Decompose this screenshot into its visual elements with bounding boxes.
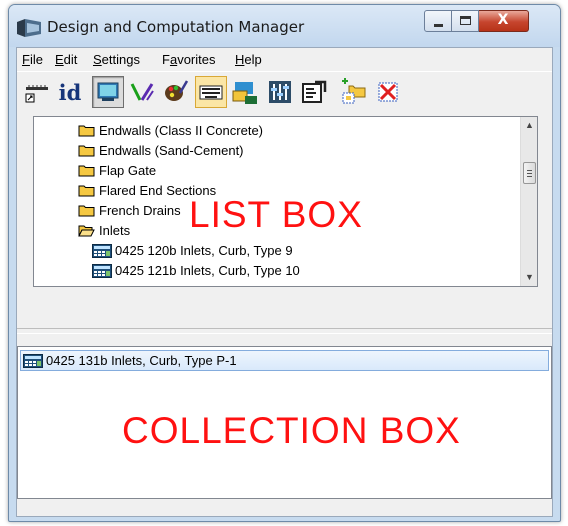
list-item[interactable]: 0425 121b Inlets, Curb, Type 10 (92, 260, 300, 281)
folder-icon (78, 185, 95, 197)
pane-splitter[interactable] (17, 328, 552, 334)
list-item[interactable]: 0425 120b Inlets, Curb, Type 9 (92, 240, 293, 261)
list-item[interactable]: Endwalls (Class II Concrete) (78, 120, 263, 141)
ruler-icon (25, 85, 48, 103)
list-item-label: French Drains (99, 203, 181, 218)
collection-box[interactable]: 0425 131b Inlets, Curb, Type P-1 (17, 346, 552, 499)
menu-favorites[interactable]: Favorites (162, 52, 215, 67)
list-item[interactable]: Flared End Sections (78, 180, 216, 201)
toolbar: id (17, 71, 552, 115)
maximize-button[interactable] (452, 10, 479, 32)
keyboard-icon (199, 85, 223, 100)
delete-tool-button[interactable] (372, 76, 404, 108)
properties-icon (302, 80, 327, 103)
monitor-icon (97, 82, 119, 101)
menu-favorites-label: vorites (177, 52, 216, 67)
menu-settings-label: ettings (101, 52, 140, 67)
maximize-icon (460, 16, 471, 25)
minimize-button[interactable] (424, 10, 452, 32)
minimize-icon (434, 24, 443, 27)
list-item-label: Inlets (99, 223, 131, 238)
list-item[interactable]: Inlets (78, 220, 130, 241)
folder-icon (78, 165, 95, 177)
calculator-icon (23, 353, 43, 368)
menu-help-label: elp (244, 52, 262, 67)
list-box[interactable]: Endwalls (Class II Concrete) Endwalls (S… (33, 116, 538, 287)
palette-icon (165, 80, 189, 101)
list-item[interactable]: Endwalls (Sand-Cement) (78, 140, 244, 161)
id-icon: id (58, 79, 82, 105)
menu-help-mnemonic: H (235, 52, 245, 67)
list-scrollbar[interactable]: ▲ ▼ (520, 117, 537, 286)
cursor-tool-button[interactable] (229, 76, 261, 108)
keyboard-tool-button[interactable] (195, 76, 227, 108)
list-item-label: Endwalls (Class II Concrete) (99, 123, 263, 138)
list-item[interactable]: Flap Gate (78, 160, 156, 181)
menu-edit-label: dit (63, 52, 78, 67)
scroll-thumb[interactable] (523, 162, 536, 184)
grip-line (527, 176, 532, 177)
menu-bar: File Edit Settings Favorites Help (17, 48, 552, 70)
grip-line (527, 170, 532, 171)
folder-icon (78, 125, 95, 137)
list-item-label: Flared End Sections (99, 183, 217, 198)
app-icon (17, 19, 41, 37)
sliders-icon (269, 81, 291, 103)
client-area: File Edit Settings Favorites Help id End… (16, 47, 553, 517)
pencil-icon (130, 83, 154, 101)
menu-edit-mnemonic: E (55, 52, 64, 67)
menu-help[interactable]: Help (235, 52, 262, 67)
add-folder-icon (342, 78, 366, 104)
sliders-tool-button[interactable] (264, 76, 296, 108)
menu-favorites-prefix: F (162, 52, 170, 67)
window-title: Design and Computation Manager (47, 18, 305, 36)
menu-settings-mnemonic: S (93, 52, 102, 67)
app-window: Design and Computation Manager X File Ed… (8, 4, 561, 522)
scroll-down-icon[interactable]: ▼ (521, 269, 537, 286)
cursor-icon (232, 82, 257, 104)
pencil-tool-button[interactable] (126, 76, 158, 108)
close-button[interactable]: X (479, 10, 529, 32)
calculator-icon (92, 243, 112, 258)
grip-line (527, 173, 532, 174)
properties-tool-button[interactable] (298, 76, 330, 108)
menu-settings[interactable]: Settings (93, 52, 140, 67)
delete-icon (378, 82, 398, 102)
add-folder-tool-button[interactable] (337, 76, 369, 108)
id-tool-button[interactable]: id (54, 76, 86, 108)
folder-icon (78, 205, 95, 217)
menu-file[interactable]: File (22, 52, 43, 67)
title-bar[interactable]: Design and Computation Manager X (9, 5, 560, 47)
scroll-up-icon[interactable]: ▲ (521, 117, 537, 134)
list-item-label: Endwalls (Sand-Cement) (99, 143, 244, 158)
list-item-label: 0425 120b Inlets, Curb, Type 9 (115, 243, 293, 258)
palette-tool-button[interactable] (160, 76, 192, 108)
close-icon: X (497, 12, 509, 28)
monitor-tool-button[interactable] (92, 76, 124, 108)
collection-item-label: 0425 131b Inlets, Curb, Type P-1 (46, 353, 237, 368)
folder-open-icon (78, 225, 95, 237)
folder-icon (78, 145, 95, 157)
list-item-label: 0425 121b Inlets, Curb, Type 10 (115, 263, 300, 278)
menu-file-mnemonic: F (22, 52, 30, 67)
list-item[interactable]: French Drains (78, 200, 181, 221)
list-item-label: Flap Gate (99, 163, 157, 178)
ruler-tool-button[interactable] (21, 76, 53, 108)
menu-edit[interactable]: Edit (55, 52, 77, 67)
menu-file-label: ile (29, 52, 43, 67)
collection-item[interactable]: 0425 131b Inlets, Curb, Type P-1 (20, 350, 549, 371)
calculator-icon (92, 263, 112, 278)
